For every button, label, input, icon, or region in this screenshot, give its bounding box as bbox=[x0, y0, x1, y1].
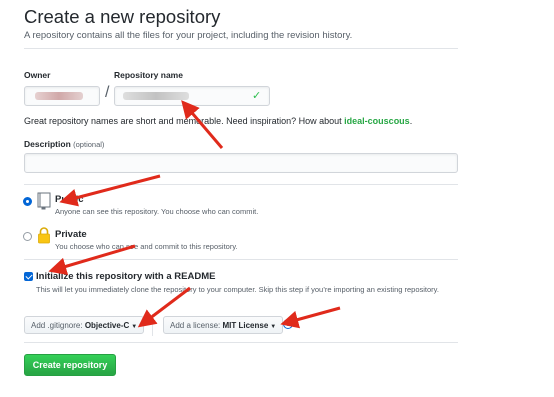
helper-end: . bbox=[409, 116, 413, 126]
header-divider bbox=[24, 48, 458, 49]
private-radio[interactable] bbox=[23, 232, 32, 241]
page-title: Create a new repository bbox=[24, 6, 221, 27]
readme-checkbox[interactable] bbox=[24, 272, 33, 281]
license-dropdown[interactable]: Add a license: MIT License ▼ bbox=[163, 316, 284, 334]
page-subtitle: A repository contains all the files for … bbox=[24, 30, 353, 41]
description-label-text: Description bbox=[24, 139, 71, 149]
public-radio[interactable] bbox=[23, 197, 32, 206]
divider-submit bbox=[24, 342, 458, 343]
owner-select[interactable] bbox=[24, 86, 100, 106]
divider-visibility bbox=[24, 184, 458, 185]
public-description: Anyone can see this repository. You choo… bbox=[55, 207, 259, 216]
dropdown-separator bbox=[152, 314, 153, 336]
owner-label: Owner bbox=[24, 70, 51, 80]
path-separator: / bbox=[105, 84, 110, 101]
gitignore-value: Objective-C bbox=[84, 321, 130, 330]
arrow-license bbox=[280, 306, 341, 329]
gitignore-prefix: Add .gitignore: bbox=[31, 321, 85, 330]
public-title: Public bbox=[55, 194, 84, 205]
helper-text: Great repository names are short and mem… bbox=[24, 116, 345, 126]
create-repository-button[interactable]: Create repository bbox=[24, 354, 116, 376]
private-title: Private bbox=[55, 229, 87, 240]
suggested-name-link[interactable]: ideal-couscous bbox=[344, 116, 410, 126]
lock-icon bbox=[38, 227, 50, 244]
divider-init bbox=[24, 259, 458, 260]
readme-title: Initialize this repository with a README bbox=[36, 271, 216, 282]
repo-name-value-redacted bbox=[123, 92, 189, 100]
license-value: MIT License bbox=[222, 321, 269, 330]
license-prefix: Add a license: bbox=[170, 321, 223, 330]
private-description: You choose who can see and commit to thi… bbox=[55, 242, 238, 251]
description-label: Description (optional) bbox=[24, 139, 104, 149]
repo-name-helper: Great repository names are short and mem… bbox=[24, 116, 412, 126]
arrow-repo-name bbox=[181, 100, 224, 149]
book-icon bbox=[37, 192, 51, 210]
readme-description: This will let you immediately clone the … bbox=[36, 285, 439, 294]
check-icon: ✓ bbox=[252, 90, 262, 102]
info-icon[interactable]: i bbox=[283, 319, 293, 329]
repo-name-input[interactable] bbox=[114, 86, 270, 106]
owner-value-redacted bbox=[35, 92, 83, 100]
caret-down-icon: ▼ bbox=[131, 324, 138, 330]
description-optional-hint: (optional) bbox=[73, 140, 105, 149]
gitignore-dropdown[interactable]: Add .gitignore: Objective-C ▼ bbox=[24, 316, 145, 334]
caret-down-icon: ▼ bbox=[270, 324, 277, 330]
repo-name-label: Repository name bbox=[114, 70, 183, 80]
description-input[interactable] bbox=[24, 153, 458, 173]
